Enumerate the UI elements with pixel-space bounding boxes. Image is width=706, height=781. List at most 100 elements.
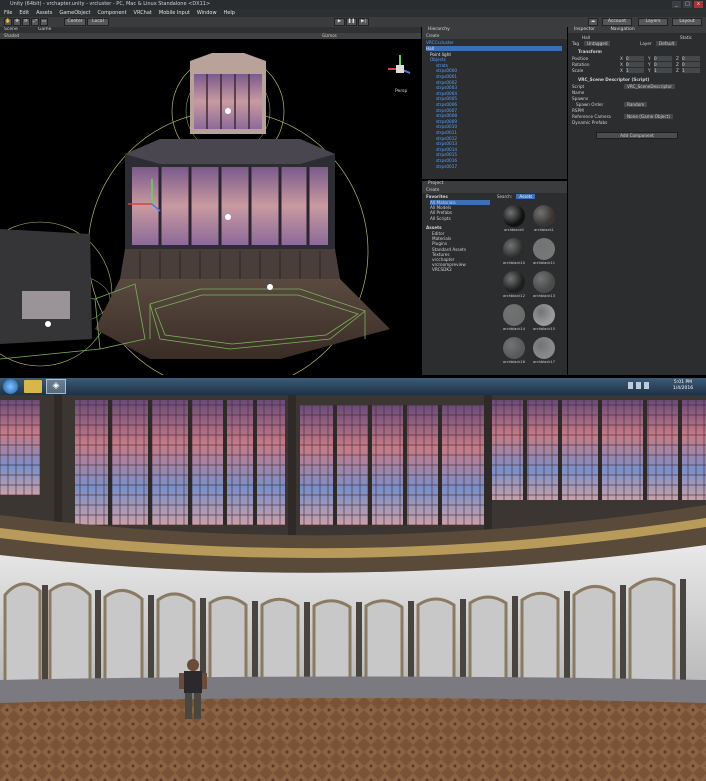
transform-position-z-field[interactable]: 0 xyxy=(682,56,700,61)
hierarchy-item[interactable]: strps0008 xyxy=(436,113,457,118)
menu-item-window[interactable]: Window xyxy=(197,9,217,17)
material-swatch[interactable] xyxy=(533,271,555,293)
transform-rotation-z-field[interactable]: 0 xyxy=(682,62,700,67)
pivot-center-toggle[interactable]: Center xyxy=(64,18,86,26)
menu-item-gameobject[interactable]: GameObject xyxy=(59,9,90,17)
maximize-button[interactable]: □ xyxy=(683,1,692,8)
hierarchy-item[interactable]: strps0017 xyxy=(436,164,457,169)
hierarchy-create-dropdown[interactable]: Create xyxy=(422,33,567,39)
menu-item-mobile-input[interactable]: Mobile Input xyxy=(159,9,190,17)
material-swatch[interactable] xyxy=(503,205,525,227)
transform-position-label: Position xyxy=(572,56,589,61)
add-component-button[interactable]: Add Component xyxy=(596,132,678,139)
hierarchy-item[interactable]: strps0004 xyxy=(436,91,457,96)
menu-item-component[interactable]: Component xyxy=(98,9,127,17)
menu-item-edit[interactable]: Edit xyxy=(19,9,29,17)
tab-inspector[interactable]: Inspector xyxy=(574,27,595,32)
cloud-icon[interactable]: ☁ xyxy=(588,18,598,26)
reference-camera-field[interactable]: None (Game Object) xyxy=(624,114,673,119)
layers-dropdown[interactable]: Layers xyxy=(638,18,668,26)
transform-position-y-field[interactable]: 0 xyxy=(654,56,672,61)
hierarchy-item[interactable]: strps0014 xyxy=(436,147,457,152)
rotate-tool-button[interactable]: ⟳ xyxy=(22,18,30,26)
clock[interactable]: 5:01 PM 1/4/2016 xyxy=(668,380,698,392)
inspector-panel: Inspector Navigation Hall Static Tag Unt… xyxy=(568,27,706,375)
tag-dropdown[interactable]: Untagged xyxy=(584,41,611,46)
transform-scale-z-field[interactable]: 1 xyxy=(682,68,700,73)
pivot-local-toggle[interactable]: Local xyxy=(87,18,109,26)
volume-icon[interactable] xyxy=(644,382,649,389)
scene-descriptor-header[interactable]: VRC_Scene Descriptor (Script) xyxy=(578,77,649,82)
material-swatch[interactable] xyxy=(533,304,555,326)
hierarchy-item[interactable]: strps0006 xyxy=(436,102,457,107)
menu-item-help[interactable]: Help xyxy=(224,9,235,17)
hierarchy-item[interactable]: strps0009 xyxy=(436,119,457,124)
material-swatch[interactable] xyxy=(503,337,525,359)
transform-rotation-x-field[interactable]: 0 xyxy=(626,62,644,67)
tray-icon[interactable] xyxy=(628,382,633,389)
account-dropdown[interactable]: Account xyxy=(602,18,632,26)
hierarchy-item[interactable]: Hall xyxy=(426,46,562,51)
file-explorer-icon[interactable] xyxy=(24,380,42,393)
hierarchy-item[interactable]: strps0007 xyxy=(436,108,457,113)
folder-item[interactable]: VRCSDK2 xyxy=(432,267,452,272)
minimize-button[interactable]: _ xyxy=(672,1,681,8)
hierarchy-root[interactable]: VRCCscluster xyxy=(426,40,454,45)
layer-dropdown[interactable]: Default xyxy=(656,41,678,46)
tab-navigation[interactable]: Navigation xyxy=(610,27,634,32)
hierarchy-item[interactable]: Point light xyxy=(430,52,451,57)
scene-view[interactable]: Scene Game Shaded Gizmos Persp xyxy=(0,27,421,375)
favorites-header[interactable]: Favorites xyxy=(426,194,448,199)
move-tool-button[interactable]: ✥ xyxy=(13,18,21,26)
script-field[interactable]: VRC_SceneDescriptor xyxy=(624,84,676,89)
transform-scale-y-field[interactable]: 1 xyxy=(654,68,672,73)
play-button[interactable]: ▶ xyxy=(334,18,345,26)
hierarchy-item[interactable]: strps0016 xyxy=(436,158,457,163)
assets-filter-tab[interactable]: Assets xyxy=(516,194,536,199)
menu-item-assets[interactable]: Assets xyxy=(36,9,52,17)
hierarchy-item[interactable]: strps0015 xyxy=(436,152,457,157)
static-toggle[interactable]: Static xyxy=(680,35,692,40)
material-grid: archblack0 archblack1 archblack10 archblack… xyxy=(495,203,567,375)
hand-tool-button[interactable]: ✋ xyxy=(4,18,12,26)
hierarchy-item[interactable]: strps0011 xyxy=(436,130,457,135)
material-name: archblack10 xyxy=(503,261,525,265)
layout-dropdown[interactable]: Layout xyxy=(672,18,702,26)
hierarchy-item[interactable]: strps0005 xyxy=(436,96,457,101)
hierarchy-item[interactable]: strps0002 xyxy=(436,80,457,85)
transform-rotation-y-field[interactable]: 0 xyxy=(654,62,672,67)
object-name[interactable]: Hall xyxy=(582,35,590,40)
hierarchy-item[interactable]: strps0003 xyxy=(436,85,457,90)
material-swatch[interactable] xyxy=(533,337,555,359)
transform-header[interactable]: Transform xyxy=(578,49,602,54)
material-swatch[interactable] xyxy=(503,238,525,260)
pause-button[interactable]: ❚❚ xyxy=(346,18,357,26)
hierarchy-item[interactable]: strps0013 xyxy=(436,141,457,146)
material-swatch[interactable] xyxy=(533,238,555,260)
hierarchy-item[interactable]: strps0001 xyxy=(436,74,457,79)
orientation-gizmo-icon[interactable] xyxy=(388,55,411,74)
transform-scale-x-field[interactable]: 1 xyxy=(626,68,644,73)
menu-item-vrchat[interactable]: VRChat xyxy=(134,9,152,17)
menu-item-file[interactable]: File xyxy=(4,9,12,17)
favorites-item[interactable]: All Scripts xyxy=(430,216,451,221)
material-swatch[interactable] xyxy=(503,304,525,326)
hierarchy-item[interactable]: Objects xyxy=(430,57,446,62)
assets-header[interactable]: Assets xyxy=(426,225,442,230)
rect-tool-button[interactable]: ▭ xyxy=(40,18,48,26)
hierarchy-item[interactable]: strps0000 xyxy=(436,68,457,73)
window-titlebar: Unity (64bit) - vrchapter.unity - vrclus… xyxy=(0,0,706,9)
material-swatch[interactable] xyxy=(533,205,555,227)
start-button[interactable] xyxy=(3,379,18,394)
scale-tool-button[interactable]: ⤢ xyxy=(31,18,39,26)
spawn-order-dropdown[interactable]: Random xyxy=(624,102,648,107)
network-icon[interactable] xyxy=(636,382,641,389)
transform-position-x-field[interactable]: 0 xyxy=(626,56,644,61)
hierarchy-item[interactable]: strats xyxy=(436,63,448,68)
close-button[interactable]: x xyxy=(694,1,703,8)
hierarchy-item[interactable]: strps0010 xyxy=(436,124,457,129)
material-swatch[interactable] xyxy=(503,271,525,293)
unity-taskbar-icon[interactable]: ◈ xyxy=(46,379,66,394)
step-button[interactable]: ▶| xyxy=(358,18,369,26)
hierarchy-item[interactable]: strps0012 xyxy=(436,136,457,141)
